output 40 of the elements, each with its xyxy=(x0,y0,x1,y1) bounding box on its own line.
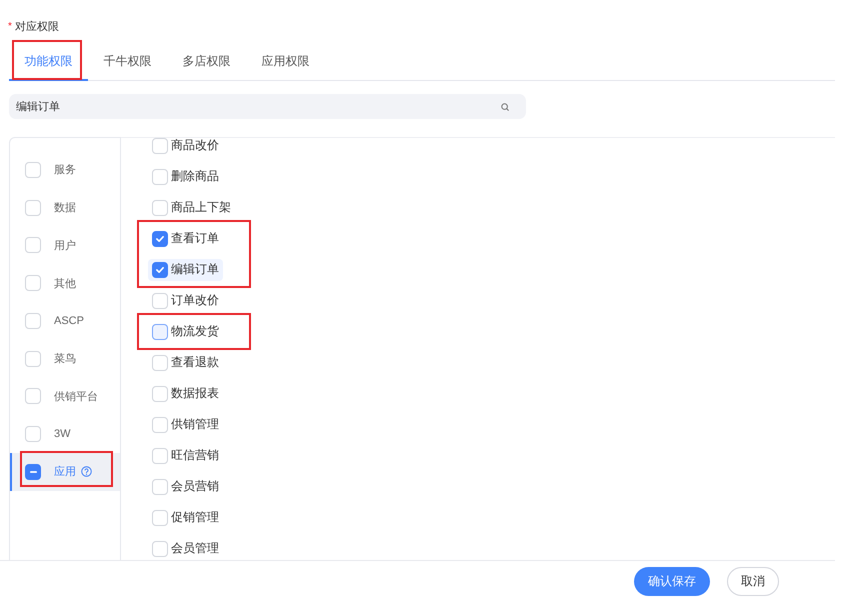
tab[interactable]: 功能权限 xyxy=(9,43,88,81)
permission-option[interactable]: 订单改价 xyxy=(148,290,223,312)
permission-option[interactable]: 查看退款 xyxy=(148,352,223,374)
help-icon[interactable] xyxy=(81,466,92,478)
permission-option[interactable]: 会员管理 xyxy=(148,538,223,560)
tab[interactable]: 多店权限 xyxy=(167,43,246,81)
cancel-button[interactable]: 取消 xyxy=(727,567,779,596)
save-button[interactable]: 确认保存 xyxy=(634,567,710,596)
checkmark-icon xyxy=(156,236,164,242)
permission-option[interactable]: 供销管理 xyxy=(148,414,223,436)
required-mark: * xyxy=(8,20,12,34)
category-item[interactable]: 3W xyxy=(10,415,120,453)
permission-option[interactable]: 数据报表 xyxy=(148,382,223,404)
permission-option[interactable]: 编辑订单 xyxy=(148,258,223,280)
category-item[interactable]: ASCP xyxy=(10,302,120,340)
checkbox[interactable] xyxy=(152,262,168,278)
checkbox[interactable] xyxy=(152,230,168,246)
permission-option[interactable]: 查看订单 xyxy=(148,228,223,250)
checkbox[interactable] xyxy=(152,324,168,340)
tab[interactable]: 千牛权限 xyxy=(88,43,167,81)
category-item[interactable]: 用户 xyxy=(10,226,120,264)
tab[interactable]: 应用权限 xyxy=(246,43,325,81)
category-item[interactable]: 数据 xyxy=(10,188,120,226)
category-item[interactable]: 服务 xyxy=(10,151,120,189)
minus-icon xyxy=(30,470,36,473)
category-item[interactable]: 菜鸟 xyxy=(10,340,120,378)
permission-option[interactable]: 商品上下架 xyxy=(148,196,235,218)
search-icon[interactable] xyxy=(501,102,509,110)
permission-option[interactable]: 会员营销 xyxy=(148,476,223,498)
checkmark-icon xyxy=(156,266,164,272)
category-item[interactable]: 其他 xyxy=(10,264,120,302)
permission-option[interactable]: 旺信营销 xyxy=(148,444,223,466)
permission-option[interactable]: 促销管理 xyxy=(148,506,223,528)
search-field[interactable]: 编辑订单 xyxy=(9,94,526,119)
permission-option[interactable]: 商品改价 xyxy=(148,138,223,156)
permission-option[interactable]: 物流发货 xyxy=(148,320,223,342)
field-label: 对应权限 xyxy=(14,20,59,34)
permission-option[interactable]: 删除商品 xyxy=(148,166,223,188)
category-item[interactable]: 供销平台 xyxy=(10,378,120,416)
checkbox[interactable] xyxy=(25,464,41,480)
